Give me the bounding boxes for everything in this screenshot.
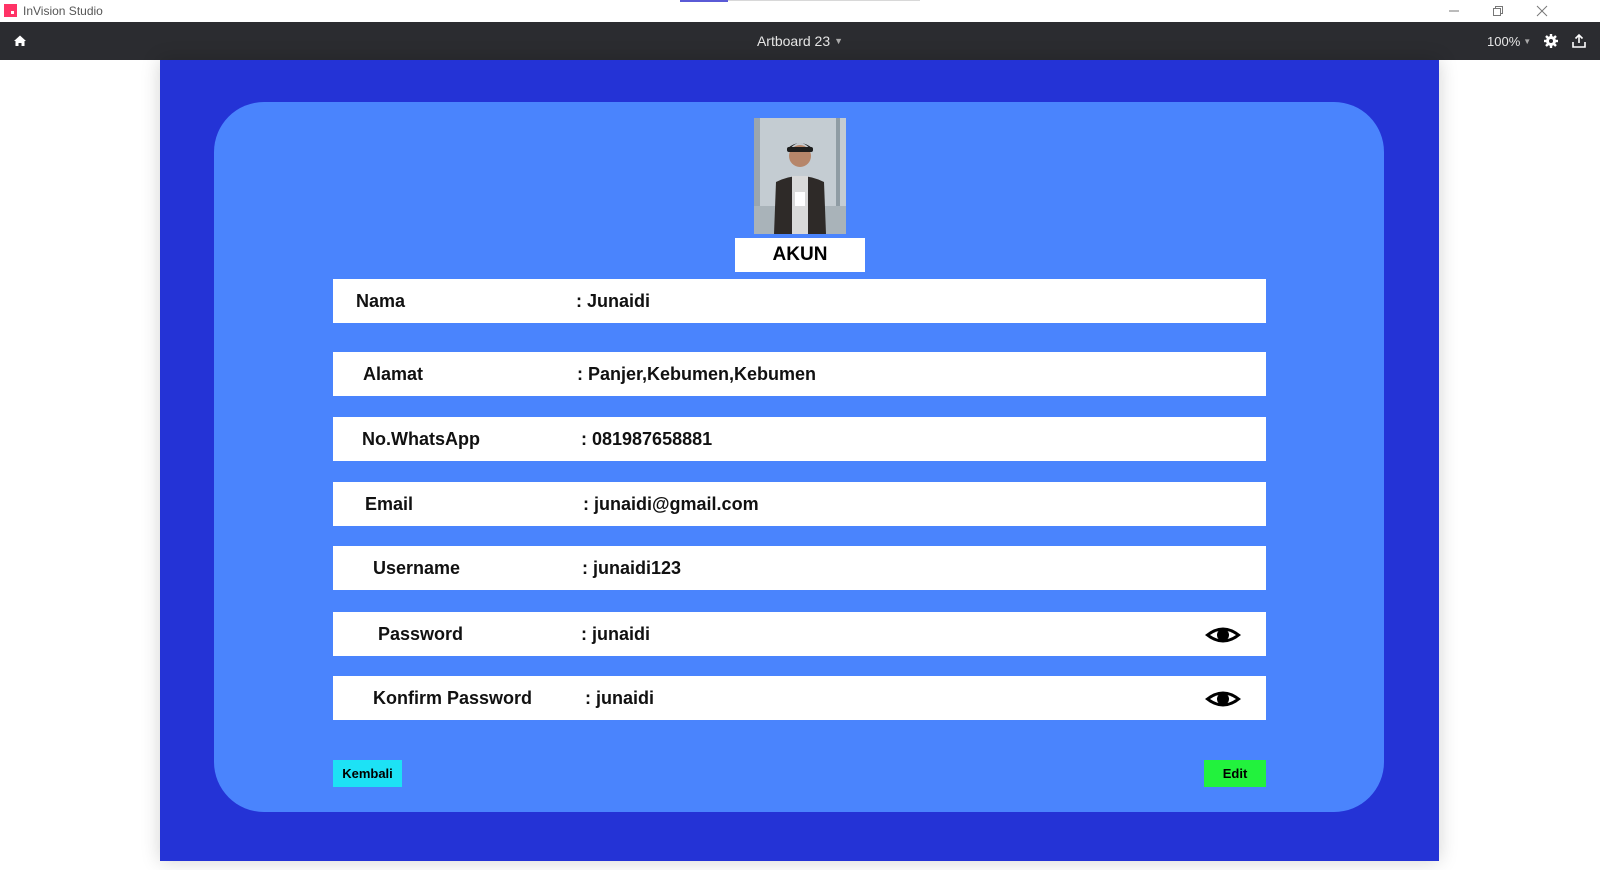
chevron-down-icon: ▼ — [1523, 37, 1532, 46]
zoom-level: 100% — [1487, 34, 1521, 49]
page-title: AKUN — [735, 238, 865, 272]
close-icon — [1536, 5, 1548, 17]
chevron-down-icon: ▼ — [834, 36, 844, 46]
field-value: : junaidi@gmail.com — [583, 494, 759, 514]
person-photo-icon — [754, 118, 846, 234]
field-row-email: Email : junaidi@gmail.com — [333, 482, 1266, 526]
field-label: Alamat — [363, 364, 424, 384]
show-confirm-password-toggle[interactable] — [1203, 688, 1243, 710]
canvas: AKUN Nama : Junaidi Alamat : Panjer,Kebu… — [0, 60, 1600, 870]
field-label: Email — [365, 494, 414, 514]
artboard: AKUN Nama : Junaidi Alamat : Panjer,Kebu… — [160, 60, 1439, 861]
invision-logo-icon — [4, 4, 17, 17]
zoom-selector[interactable]: 100% ▼ — [1487, 34, 1531, 49]
edit-button[interactable]: Edit — [1204, 760, 1266, 787]
field-row-nama: Nama : Junaidi — [333, 279, 1266, 323]
close-button[interactable] — [1520, 0, 1564, 22]
titlebar-progress-indicator — [680, 0, 728, 2]
field-value: : junaidi — [581, 624, 650, 644]
artboard-selector[interactable]: Artboard 23 ▼ — [0, 33, 1600, 49]
field-row-alamat: Alamat : Panjer,Kebumen,Kebumen — [333, 352, 1266, 396]
field-label: Username — [373, 558, 461, 578]
field-row-username: Username : junaidi123 — [333, 546, 1266, 590]
artboard-name: Artboard 23 — [756, 33, 831, 49]
field-value: : junaidi — [585, 688, 654, 708]
field-label: Password — [378, 624, 464, 644]
titlebar-divider — [728, 0, 920, 1]
field-value: : junaidi123 — [582, 558, 682, 578]
field-value: : Junaidi — [576, 291, 651, 311]
field-row-whatsapp: No.WhatsApp : 081987658881 — [333, 417, 1266, 461]
settings-button[interactable] — [1543, 33, 1559, 49]
field-value: : 081987658881 — [581, 429, 713, 449]
gear-icon — [1544, 34, 1558, 48]
field-label: Nama — [356, 291, 406, 311]
minimize-icon — [1449, 10, 1459, 12]
field-row-konfirm-password: Konfirm Password : junaidi — [333, 676, 1266, 720]
app-title: InVision Studio — [23, 4, 103, 18]
share-icon — [1572, 33, 1586, 48]
back-button[interactable]: Kembali — [333, 760, 402, 787]
eye-icon — [1205, 691, 1241, 707]
show-password-toggle[interactable] — [1203, 624, 1243, 646]
window-title-bar: InVision Studio — [0, 0, 1600, 22]
restore-icon — [1493, 6, 1503, 16]
field-label: Konfirm Password — [373, 688, 533, 708]
eye-icon — [1205, 627, 1241, 643]
minimize-button[interactable] — [1432, 0, 1476, 22]
profile-photo — [754, 118, 846, 234]
account-card: AKUN Nama : Junaidi Alamat : Panjer,Kebu… — [214, 102, 1384, 812]
restore-button[interactable] — [1476, 0, 1520, 22]
field-row-password: Password : junaidi — [333, 612, 1266, 656]
field-label: No.WhatsApp — [362, 429, 480, 449]
toolbar: Artboard 23 ▼ 100% ▼ — [0, 22, 1600, 60]
share-button[interactable] — [1571, 33, 1587, 49]
field-value: : Panjer,Kebumen,Kebumen — [577, 364, 817, 384]
